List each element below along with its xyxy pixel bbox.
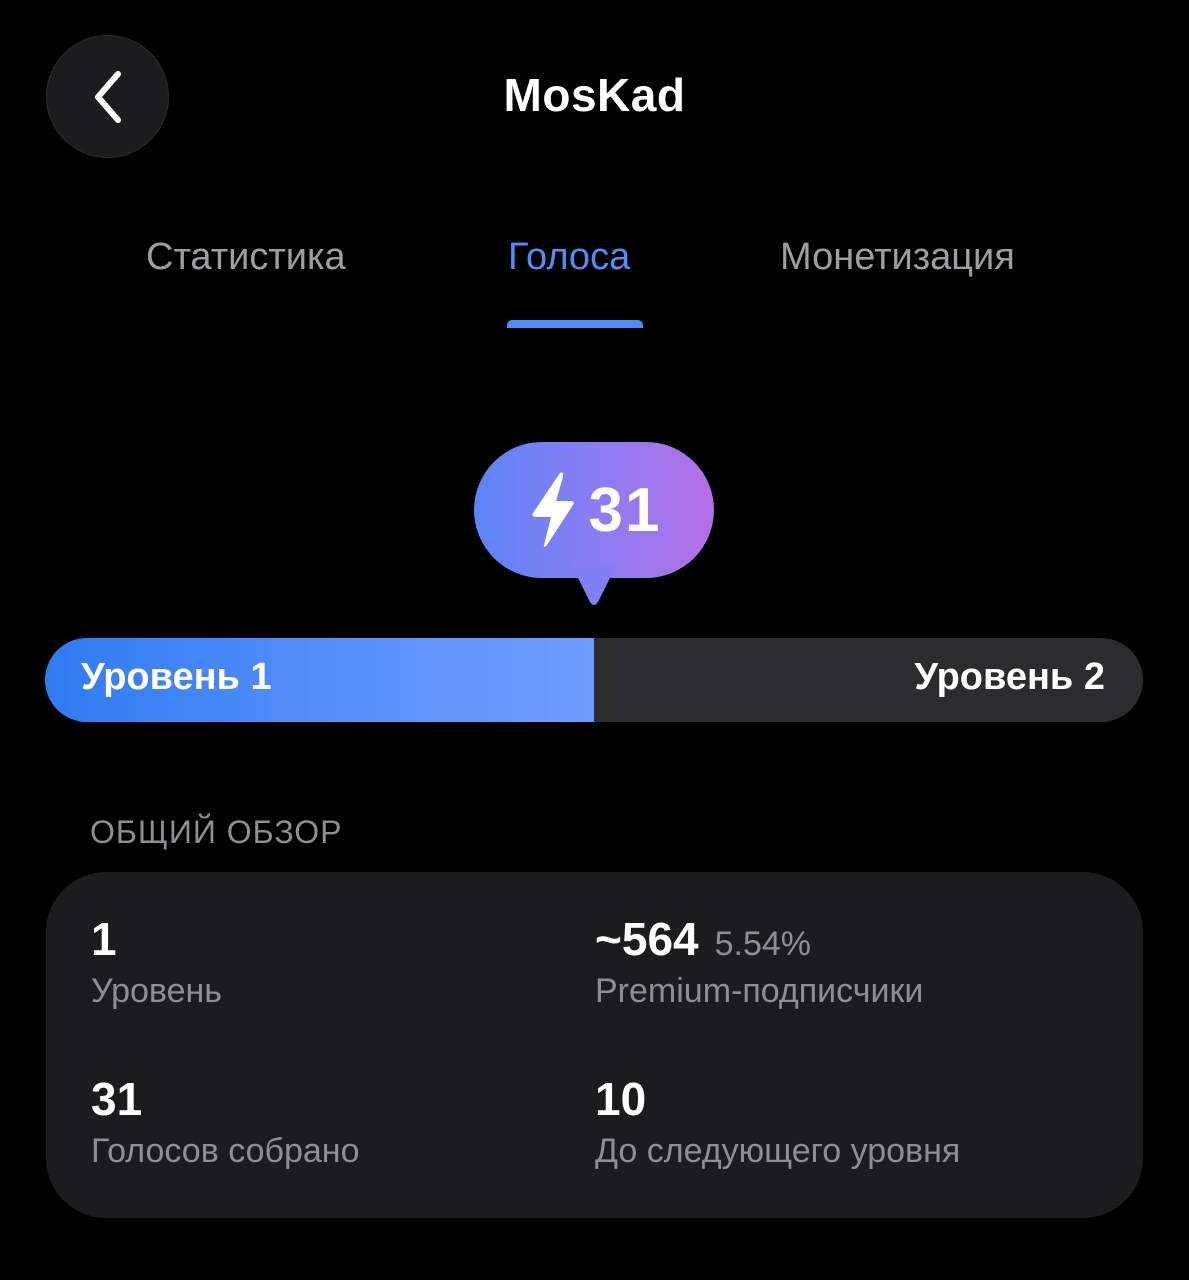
active-tab-indicator — [507, 320, 643, 328]
tab-votes[interactable]: Голоса — [508, 236, 630, 279]
overview-card: 1 Уровень ~564 5.54% Premium-подписчики … — [46, 872, 1143, 1218]
lightning-icon — [531, 472, 574, 547]
badge-pointer — [572, 566, 616, 605]
tab-statistics[interactable]: Статистика — [146, 236, 346, 279]
level-progress-bar: Уровень 1 Уровень 2 — [45, 638, 1143, 722]
stat-label: До следующего уровня — [595, 1132, 961, 1170]
stat-level: 1 Уровень — [91, 912, 222, 1011]
boost-count-value: 31 — [588, 475, 662, 545]
stat-votes-collected: 31 Голосов собрано — [91, 1072, 360, 1171]
stat-label: Уровень — [91, 972, 222, 1010]
next-level-label: Уровень 2 — [914, 656, 1105, 698]
overview-section-title: ОБЩИЙ ОБЗОР — [90, 814, 343, 850]
stat-value: 31 — [91, 1073, 143, 1125]
stat-value: 10 — [595, 1073, 647, 1125]
current-level-label: Уровень 1 — [81, 656, 272, 698]
boost-count-badge: 31 — [474, 442, 714, 578]
page-title: MosKad — [503, 69, 686, 121]
tab-monetization[interactable]: Монетизация — [780, 236, 1015, 279]
stat-to-next-level: 10 До следующего уровня — [595, 1072, 960, 1171]
stat-premium-subscribers: ~564 5.54% Premium-подписчики — [595, 912, 923, 1011]
stat-value: ~564 — [595, 913, 699, 965]
stat-percentage: 5.54% — [714, 925, 812, 963]
stat-label: Premium-подписчики — [595, 972, 924, 1010]
channel-boost-screen: MosKad Статистика Голоса Монетизация 31 … — [0, 0, 1189, 1280]
tab-bar: Статистика Голоса Монетизация — [0, 236, 1189, 332]
stat-value: 1 — [91, 913, 117, 965]
stat-label: Голосов собрано — [91, 1132, 360, 1170]
